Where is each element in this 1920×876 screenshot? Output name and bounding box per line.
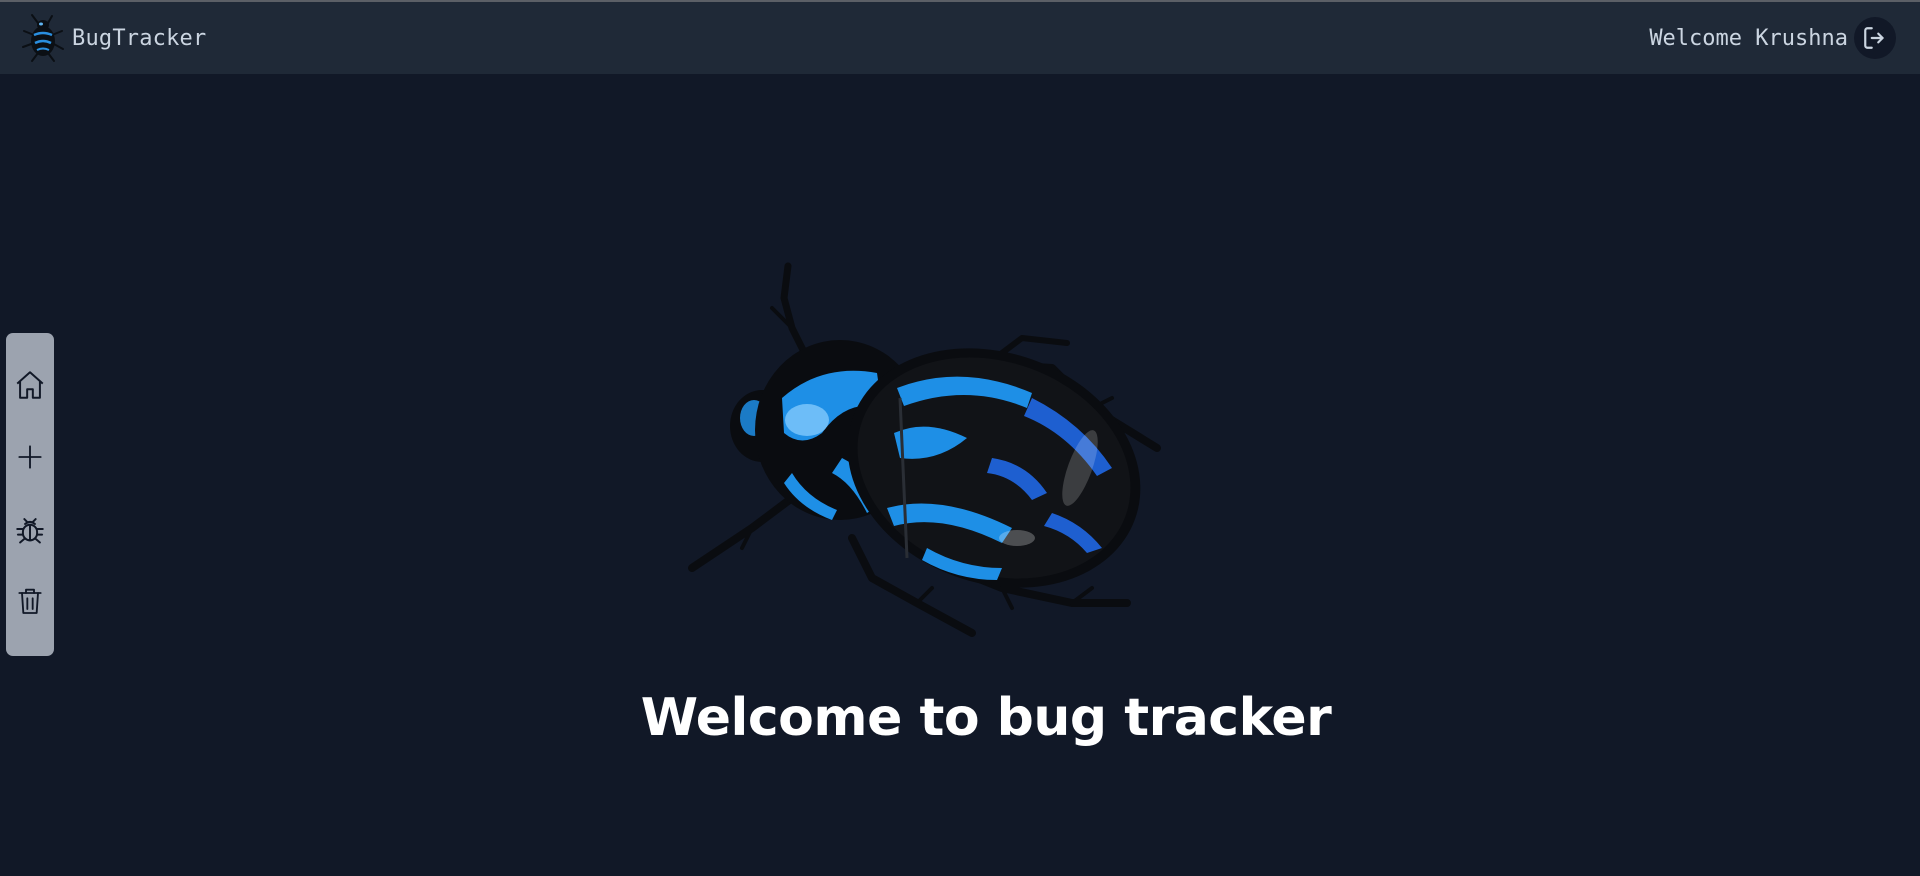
sidebar-item-create[interactable]: [12, 439, 48, 475]
logout-icon: [1864, 27, 1884, 49]
navbar: BugTracker Welcome Krushna: [0, 2, 1920, 74]
app-name: BugTracker: [72, 25, 207, 51]
sidebar-item-home[interactable]: [12, 367, 48, 403]
welcome-heading: Welcome to bug tracker: [640, 688, 1332, 748]
brand-link[interactable]: BugTracker: [20, 13, 206, 63]
blue-beetle-illustration: [688, 262, 1161, 637]
welcome-message: Welcome Krushna: [1649, 25, 1848, 51]
home-icon: [16, 371, 44, 399]
trash-icon: [18, 588, 42, 614]
sidebar: [6, 333, 54, 656]
plus-icon: [18, 445, 42, 469]
user-area: Welcome Krushna: [1649, 17, 1896, 59]
sidebar-item-bugs[interactable]: [12, 511, 48, 547]
bug-icon: [16, 518, 44, 544]
beetle-logo-icon: [22, 14, 64, 62]
sidebar-item-delete[interactable]: [12, 583, 48, 619]
logout-button[interactable]: [1854, 17, 1896, 59]
